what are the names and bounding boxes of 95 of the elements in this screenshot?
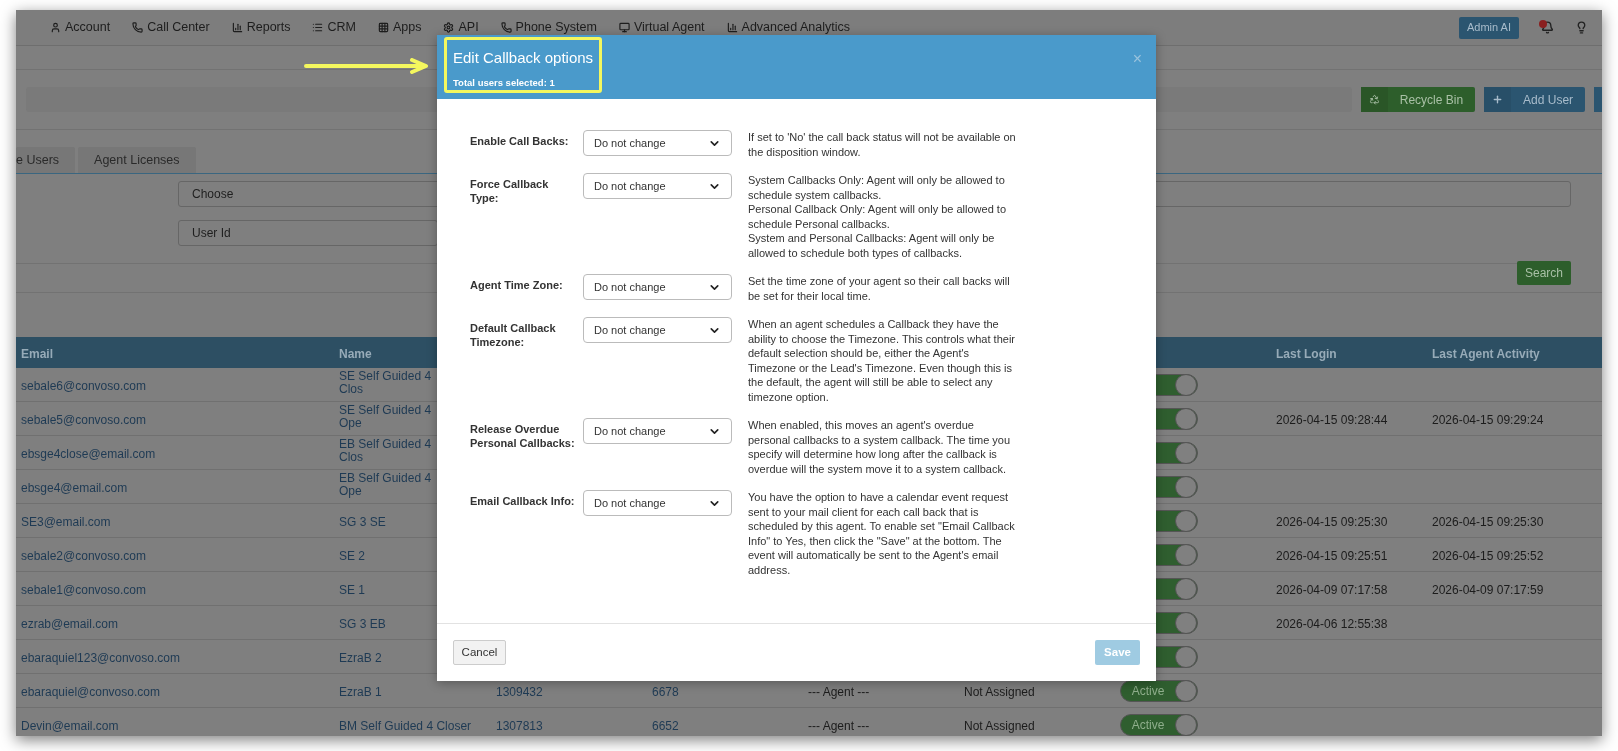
grid-icon	[377, 22, 389, 33]
setting-description: You have the option to have a calendar event request sent to your mail client for each call back that is scheduled by this agent. To enable set "Email Callback Info" to Yes, then click the "Save" at the bottom. The event will automatically be sent to the Agent's email address.	[748, 490, 1016, 577]
tab[interactable]: Agent Licenses	[78, 147, 196, 173]
column-header: Last Agent Activity	[1432, 346, 1540, 361]
status-toggle[interactable]: Active	[1120, 679, 1198, 702]
modal-subtitle: Total users selected: 1	[453, 75, 556, 90]
name-link[interactable]: SG 3 EB	[339, 617, 386, 631]
last-activity-text: 2026-04-09 07:17:59	[1432, 582, 1544, 597]
tab[interactable]: e Users	[16, 147, 76, 173]
cancel-button[interactable]: Cancel	[453, 640, 506, 665]
last-activity-text: 2026-04-15 09:25:52	[1432, 548, 1544, 563]
phone-icon	[500, 22, 512, 33]
email-link[interactable]: SE3@email.com	[21, 514, 111, 529]
setting-label: Enable Call Backs:	[470, 134, 570, 148]
email-link[interactable]: sebale2@convoso.com	[21, 548, 146, 563]
name-link[interactable]: SE Self Guided 4 Ope	[339, 403, 437, 430]
name-link[interactable]: EzraB 2	[339, 651, 382, 665]
setting-label: Release Overdue Personal Callbacks:	[470, 422, 576, 450]
phone-icon	[132, 22, 144, 33]
setting-select[interactable]: Do not change	[583, 418, 732, 444]
email-link[interactable]: ebaraquiel123@convoso.com	[21, 650, 180, 665]
setting-select[interactable]: Do not change	[583, 173, 732, 199]
nav-link[interactable]: Advanced Analytics	[726, 18, 850, 37]
status-toggle[interactable]: Active	[1120, 713, 1198, 736]
last-activity-text: 2026-04-15 09:25:30	[1432, 514, 1544, 529]
name-link[interactable]: SG 3 SE	[339, 515, 386, 529]
email-link[interactable]: Devin@email.com	[21, 718, 119, 733]
plus-icon	[1492, 94, 1504, 105]
extension-link[interactable]: 6678	[652, 684, 679, 699]
setting-select[interactable]: Do not change	[583, 317, 732, 343]
nav-link[interactable]: Virtual Agent	[618, 18, 705, 37]
last-activity-text: 2026-04-15 09:29:24	[1432, 412, 1544, 427]
nav-link[interactable]: Account	[50, 18, 111, 37]
gear-icon	[443, 22, 455, 33]
column-header: Name	[339, 346, 372, 361]
setting-label: Agent Time Zone:	[470, 278, 564, 292]
setting-description: When enabled, this moves an agent's overdue personal callbacks to a system callback. The time you specify will determine how long after the callback is overdue will the system move it to a system callback.	[748, 418, 1012, 476]
name-link[interactable]: EzraB 1	[339, 684, 382, 699]
setting-label: Email Callback Info:	[470, 494, 576, 508]
email-link[interactable]: sebale1@convoso.com	[21, 582, 146, 597]
modal-title: Edit Callback options	[453, 48, 595, 68]
list-icon	[312, 22, 324, 33]
role-text: --- Agent ---	[808, 684, 870, 699]
setting-description: When an agent schedules a Callback they have the ability to choose the Timezone. This controls what their default selection should be, either the Agent's Timezone or the Lead's Timezone. Even though this is the default, the agent will still be able to select any timezone option.	[748, 317, 1016, 404]
user-id-link[interactable]: 1309432	[496, 684, 543, 699]
column-header: Last Login	[1276, 346, 1337, 361]
recycle-bin-button[interactable]: Recycle Bin	[1360, 87, 1476, 112]
column-header: Email	[21, 346, 53, 361]
last-login-text: 2026-04-09 07:17:58	[1276, 582, 1388, 597]
name-link[interactable]: SE Self Guided 4 Clos	[339, 369, 437, 396]
user-icon	[50, 22, 61, 33]
user-id-select[interactable]: User Id	[178, 220, 438, 246]
name-link[interactable]: EB Self Guided 4 Clos	[339, 437, 437, 464]
setting-description: If set to 'No' the call back status will not be available on the disposition window.	[748, 130, 1016, 159]
assignment-text: Not Assigned	[964, 684, 1035, 699]
setting-description: System and Personal Callbacks: Agent will only be allowed to schedule both types of callbacks.	[748, 231, 996, 260]
last-login-text: 2026-04-15 09:25:51	[1276, 548, 1388, 563]
role-text: --- Agent ---	[808, 718, 870, 733]
setting-select[interactable]: Do not change	[583, 274, 732, 300]
admin-ai-button[interactable]: Admin AI	[1458, 16, 1519, 39]
extension-link[interactable]: 6652	[652, 718, 679, 733]
name-link[interactable]: SE 1	[339, 583, 365, 597]
search-button[interactable]: Search	[1517, 261, 1571, 285]
email-link[interactable]: sebale5@convoso.com	[21, 412, 146, 427]
nav-link[interactable]: Reports	[231, 18, 291, 37]
bar-chart-icon	[231, 22, 243, 33]
nav-link[interactable]: Call Center	[132, 18, 210, 37]
email-link[interactable]: sebale6@convoso.com	[21, 378, 146, 393]
recycle-icon	[1368, 94, 1380, 105]
nav-link[interactable]: CRM	[312, 18, 356, 37]
email-link[interactable]: ebsge4@email.com	[21, 480, 128, 495]
setting-select[interactable]: Do not change	[583, 130, 732, 156]
setting-select[interactable]: Do not change	[583, 490, 732, 516]
bar-chart-icon	[726, 22, 738, 33]
notification-bell-icon[interactable]	[1539, 19, 1555, 36]
email-link[interactable]: ebaraquiel@convoso.com	[21, 684, 160, 699]
setting-description: Set the time zone of your agent so their call backs will be set for their local time.	[748, 274, 1011, 303]
lightbulb-icon[interactable]	[1575, 21, 1588, 34]
nav-link[interactable]: API	[443, 18, 479, 37]
assignment-text: Not Assigned	[964, 718, 1035, 733]
close-button[interactable]: ×	[1132, 47, 1142, 71]
add-user-button[interactable]: Add User	[1484, 87, 1586, 112]
last-login-text: 2026-04-15 09:25:30	[1276, 514, 1388, 529]
last-login-text: 2026-04-15 09:28:44	[1276, 412, 1388, 427]
name-link[interactable]: SE 2	[339, 549, 365, 563]
last-login-text: 2026-04-06 12:55:38	[1276, 616, 1388, 631]
user-id-link[interactable]: 1307813	[496, 718, 543, 733]
setting-label: Default Callback Timezone:	[470, 321, 557, 349]
email-link[interactable]: ezrab@email.com	[21, 616, 118, 631]
email-link[interactable]: ebsge4close@email.com	[21, 446, 156, 461]
nav-link[interactable]: Apps	[377, 18, 422, 37]
monitor-icon	[618, 22, 630, 33]
name-link[interactable]: BM Self Guided 4 Closer	[339, 718, 472, 733]
nav-link[interactable]: Phone System	[500, 18, 597, 37]
name-link[interactable]: EB Self Guided 4 Ope	[339, 471, 437, 498]
